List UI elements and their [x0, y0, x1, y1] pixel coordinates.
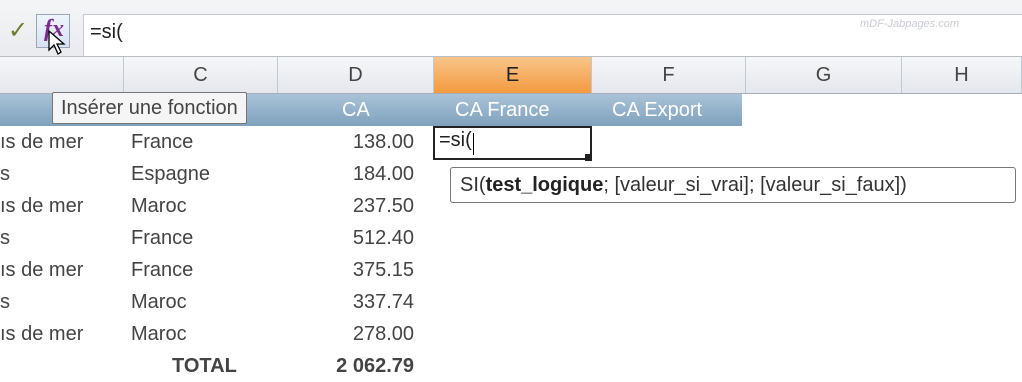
cell-c[interactable]: Maroc: [131, 318, 187, 350]
table-row: s France 512.40: [0, 222, 742, 254]
cell-d[interactable]: 138.00: [282, 126, 414, 158]
cell-b[interactable]: s: [0, 286, 10, 318]
cell-d[interactable]: 337.74: [282, 286, 414, 318]
fill-handle[interactable]: [585, 154, 592, 161]
cell-d[interactable]: 375.15: [282, 254, 414, 286]
column-header-c[interactable]: C: [124, 57, 278, 93]
column-header-d[interactable]: D: [278, 57, 434, 93]
cell-c[interactable]: France: [131, 126, 193, 158]
fn-tooltip-prefix: SI(: [460, 174, 486, 196]
cell-b[interactable]: ıs de mer: [0, 318, 83, 350]
column-header-e[interactable]: E: [434, 57, 592, 93]
active-cell-value: =si(: [439, 129, 472, 151]
cell-d[interactable]: 237.50: [282, 190, 414, 222]
cell-b[interactable]: s: [0, 158, 10, 190]
cell-c[interactable]: Maroc: [131, 190, 187, 222]
header-ca-export[interactable]: CA Export: [612, 94, 702, 126]
text-caret: [473, 133, 474, 155]
cell-c[interactable]: Espagne: [131, 158, 210, 190]
fn-tooltip-rest: ; [valeur_si_vrai]; [valeur_si_faux]): [603, 174, 907, 196]
watermark: mDF-Jabpages.com: [860, 18, 960, 30]
column-header-f[interactable]: F: [592, 57, 746, 93]
cell-d[interactable]: 278.00: [282, 318, 414, 350]
cell-b[interactable]: ıs de mer: [0, 126, 83, 158]
column-header-g[interactable]: G: [746, 57, 902, 93]
total-value[interactable]: 2 062.79: [282, 350, 414, 382]
active-cell[interactable]: =si(: [433, 126, 592, 160]
formula-bar: ✓ fx =si( mDF-Jabpages.com: [0, 0, 1022, 57]
total-label[interactable]: TOTAL: [172, 350, 237, 382]
function-argument-tooltip[interactable]: SI(test_logique; [valeur_si_vrai]; [vale…: [450, 167, 1016, 203]
fn-tooltip-current-arg[interactable]: test_logique: [486, 174, 604, 196]
cell-b[interactable]: ıs de mer: [0, 254, 83, 286]
table-row: ıs de mer France 375.15: [0, 254, 742, 286]
cell-d[interactable]: 184.00: [282, 158, 414, 190]
cell-c[interactable]: Maroc: [131, 286, 187, 318]
table-row: ıs de mer Maroc 278.00: [0, 318, 742, 350]
total-row: TOTAL 2 062.79: [0, 350, 742, 382]
column-header-h[interactable]: H: [902, 57, 1022, 93]
column-header-b[interactable]: [0, 57, 124, 93]
table-row: ıs de mer France 138.00: [0, 126, 742, 158]
cell-c[interactable]: France: [131, 222, 193, 254]
mouse-cursor-icon: [48, 30, 66, 55]
cell-c[interactable]: France: [131, 254, 193, 286]
header-ca-france[interactable]: CA France: [455, 94, 549, 126]
table-row: s Maroc 337.74: [0, 286, 742, 318]
cell-d[interactable]: 512.40: [282, 222, 414, 254]
check-icon[interactable]: ✓: [8, 16, 28, 45]
formula-text: =si(: [90, 21, 123, 43]
cell-b[interactable]: ıs de mer: [0, 190, 83, 222]
column-headers: C D E F G H: [0, 57, 1022, 94]
cell-b[interactable]: s: [0, 222, 10, 254]
insert-function-tooltip: Insérer une fonction: [52, 92, 247, 124]
header-ca[interactable]: CA: [342, 94, 370, 126]
